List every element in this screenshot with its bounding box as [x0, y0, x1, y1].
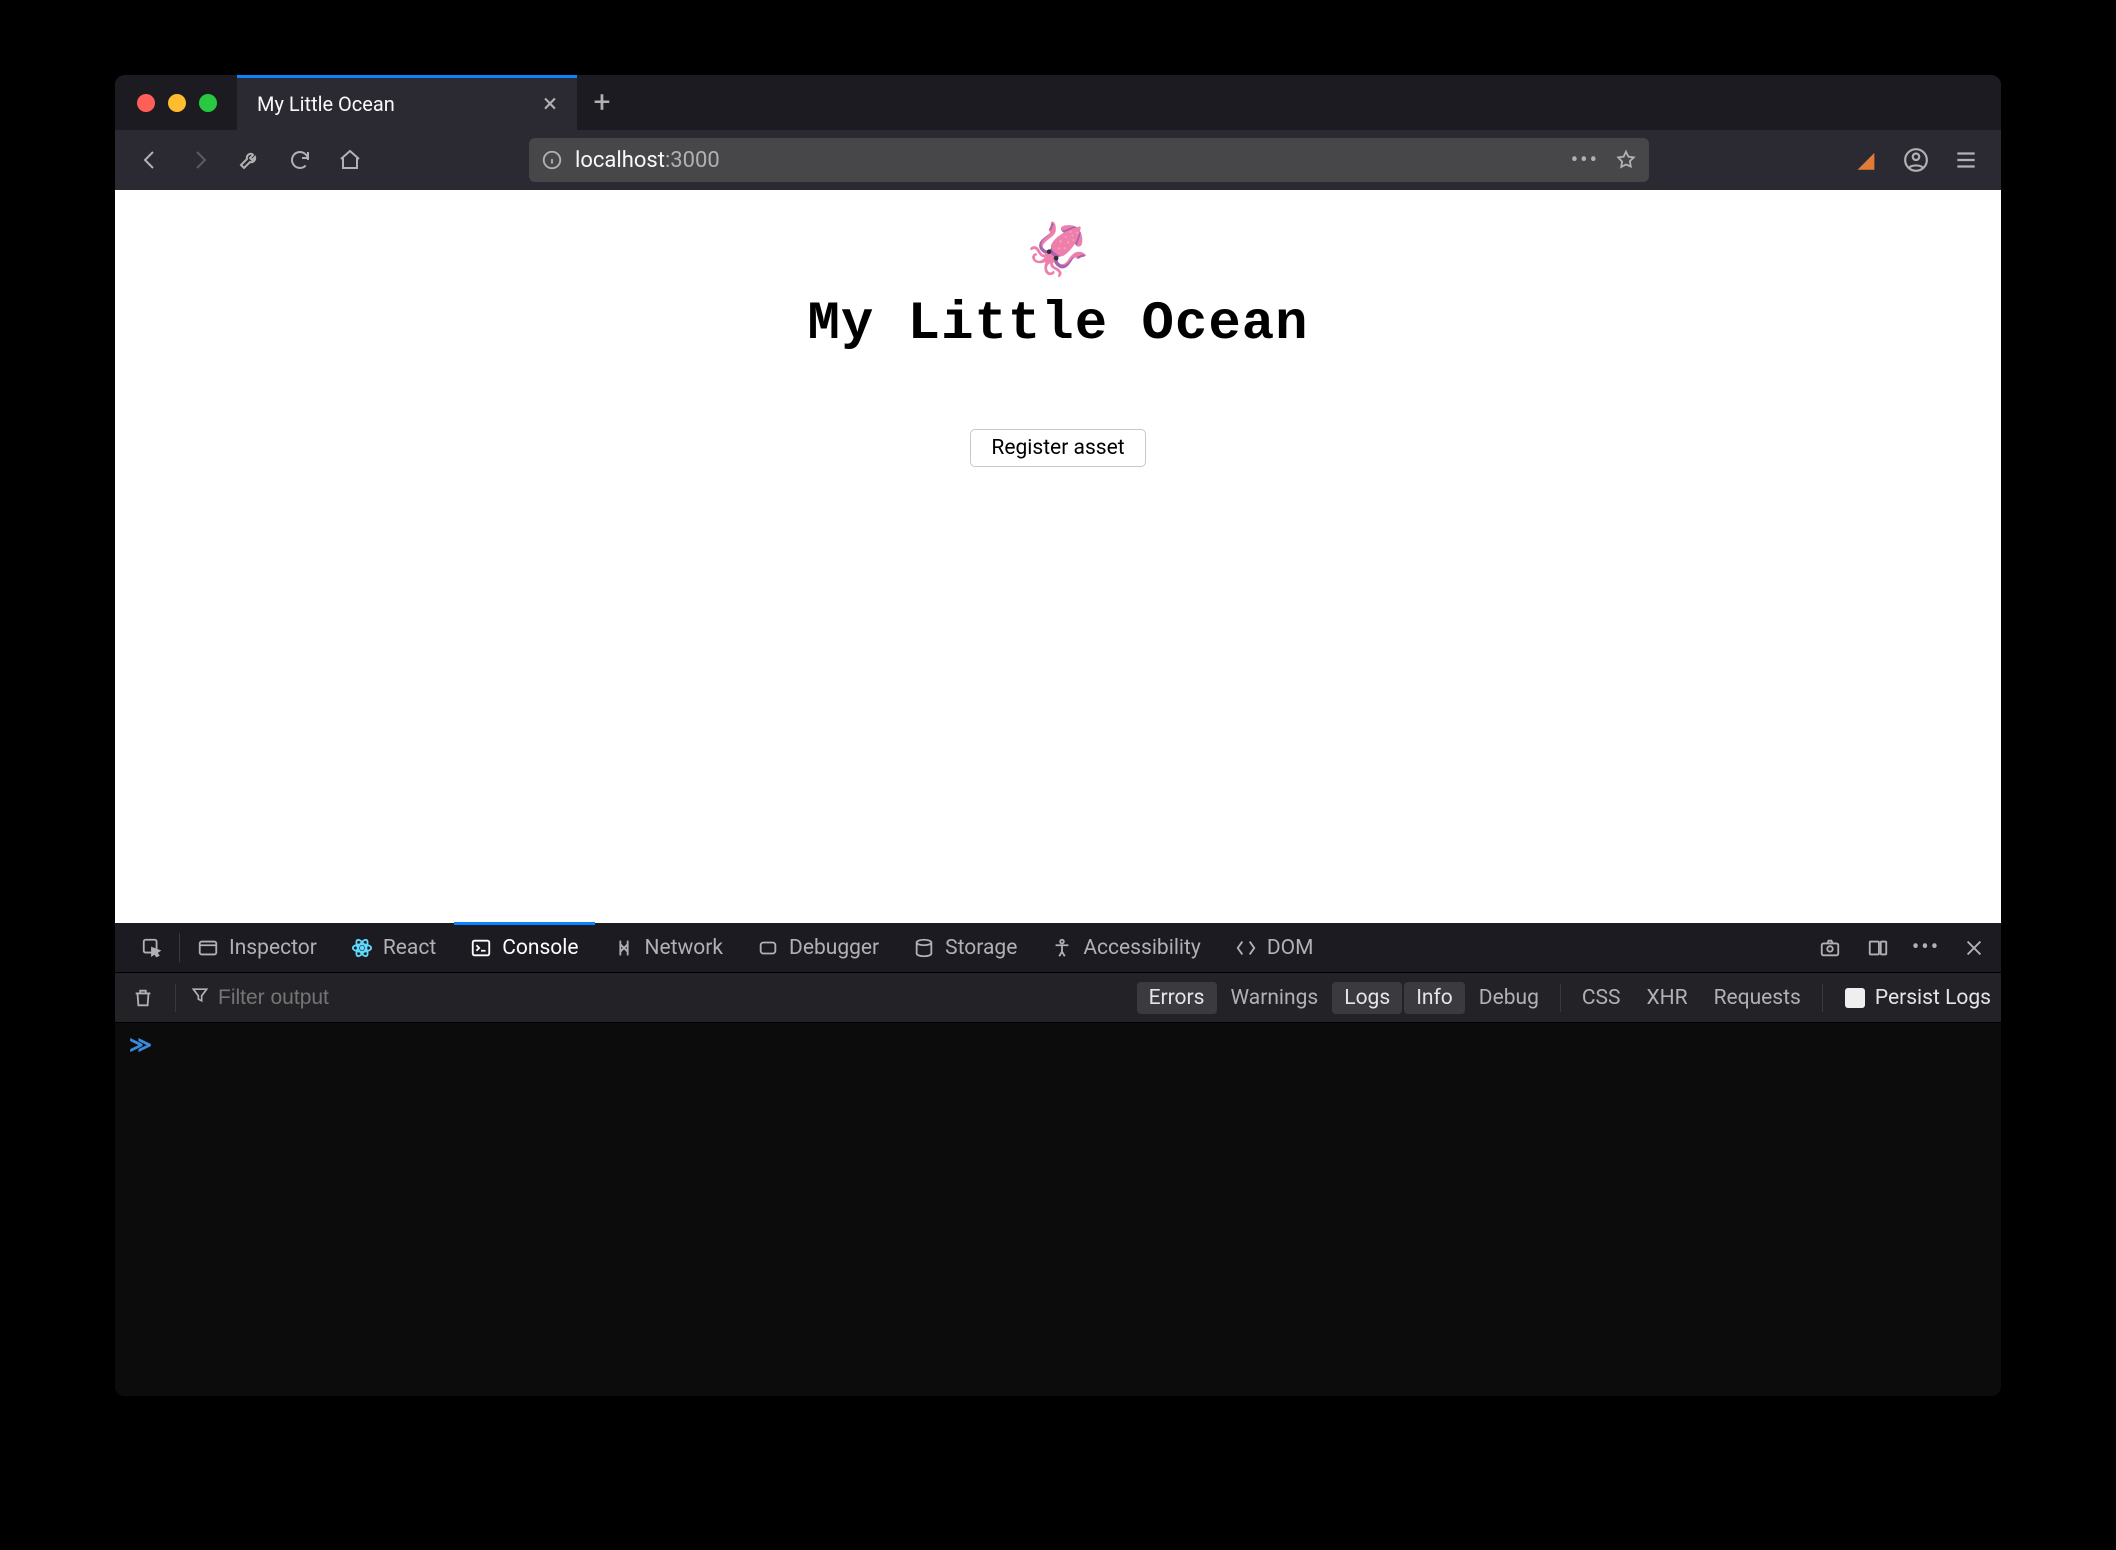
page-content: 🦑 My Little Ocean Register asset: [115, 190, 2001, 923]
profile-button[interactable]: [1895, 139, 1937, 181]
separator: [1560, 984, 1561, 1012]
devtools-tab-label: Inspector: [229, 936, 317, 960]
devtools-tabbar: Inspector React Console Network Debugger: [115, 923, 2001, 973]
browser-tab-active[interactable]: My Little Ocean ×: [237, 75, 577, 130]
checkbox-icon: [1845, 988, 1865, 1008]
filter-logs[interactable]: Logs: [1332, 982, 1402, 1014]
console-filter-input[interactable]: [216, 985, 476, 1011]
devtools-tab-accessibility[interactable]: Accessibility: [1035, 923, 1217, 972]
window-minimize-button[interactable]: [168, 94, 186, 112]
url-port: :3000: [665, 148, 720, 173]
bookmark-star-icon[interactable]: [1615, 149, 1637, 171]
tab-strip: My Little Ocean × +: [115, 75, 2001, 130]
devtools-tab-label: Console: [502, 936, 578, 960]
devtools-tab-network[interactable]: Network: [597, 923, 740, 972]
devtools-panel: Inspector React Console Network Debugger: [115, 923, 2001, 1396]
filter-requests[interactable]: Requests: [1702, 982, 1813, 1014]
url-bar[interactable]: localhost:3000 •••: [529, 138, 1649, 182]
persist-logs-label: Persist Logs: [1875, 986, 1991, 1010]
persist-logs-toggle[interactable]: Persist Logs: [1845, 986, 1991, 1010]
url-host: localhost: [575, 148, 665, 173]
devtools-tab-inspector[interactable]: Inspector: [181, 923, 333, 972]
new-tab-button[interactable]: +: [577, 75, 627, 130]
console-clear-button[interactable]: [125, 987, 161, 1009]
extension-icon[interactable]: ◢: [1845, 139, 1887, 181]
devtools-screenshot-button[interactable]: [1813, 931, 1847, 965]
filter-css[interactable]: CSS: [1570, 982, 1633, 1014]
console-output[interactable]: ≫: [115, 1023, 2001, 1396]
filter-debug[interactable]: Debug: [1467, 982, 1551, 1014]
home-button[interactable]: [329, 139, 371, 181]
filter-xhr[interactable]: XHR: [1634, 982, 1699, 1014]
reload-button[interactable]: [279, 139, 321, 181]
devtools-tab-react[interactable]: React: [335, 923, 452, 972]
forward-button[interactable]: [179, 139, 221, 181]
devtools-tab-label: Debugger: [789, 936, 879, 960]
devtools-tab-storage[interactable]: Storage: [897, 923, 1033, 972]
console-toolbar: Errors Warnings Logs Info Debug CSS XHR …: [115, 973, 2001, 1023]
filter-info[interactable]: Info: [1404, 982, 1465, 1014]
app-logo-emoji: 🦑: [1026, 224, 1091, 276]
filter-icon: [190, 985, 210, 1011]
back-button[interactable]: [129, 139, 171, 181]
filter-warnings[interactable]: Warnings: [1219, 982, 1331, 1014]
devtools-tab-label: React: [383, 936, 436, 960]
devtools-dock-button[interactable]: [1861, 931, 1895, 965]
devtools-tab-label: Storage: [945, 936, 1017, 960]
page-actions-icon[interactable]: •••: [1571, 148, 1599, 173]
console-prompt-icon: ≫: [129, 1033, 149, 1058]
devtools-tab-label: Network: [645, 936, 724, 960]
app-menu-button[interactable]: [1945, 139, 1987, 181]
devtools-tab-label: Accessibility: [1083, 936, 1201, 960]
toolbar-right: ◢: [1845, 139, 1987, 181]
register-asset-button[interactable]: Register asset: [970, 429, 1145, 467]
separator: [1822, 984, 1823, 1012]
devtools-more-button[interactable]: •••: [1909, 931, 1943, 965]
devtools-pick-element-button[interactable]: [125, 923, 179, 972]
devtools-tab-console[interactable]: Console: [454, 923, 594, 972]
console-level-filters: Errors Warnings Logs Info Debug: [1136, 982, 1552, 1014]
separator: [175, 984, 176, 1012]
window-close-button[interactable]: [137, 94, 155, 112]
devtools-close-button[interactable]: [1957, 931, 1991, 965]
browser-window: My Little Ocean × +: [115, 75, 2001, 1396]
devtools-tab-debugger[interactable]: Debugger: [741, 923, 895, 972]
page-title: My Little Ocean: [807, 294, 1308, 355]
devtools-tab-label: DOM: [1267, 936, 1314, 960]
window-maximize-button[interactable]: [199, 94, 217, 112]
dev-wrench-button[interactable]: [229, 139, 271, 181]
tab-close-icon[interactable]: ×: [537, 87, 563, 121]
window-controls: [115, 75, 237, 130]
site-info-icon[interactable]: [541, 149, 563, 171]
devtools-tab-dom[interactable]: DOM: [1219, 923, 1330, 972]
filter-errors[interactable]: Errors: [1137, 982, 1217, 1014]
tab-title: My Little Ocean: [257, 92, 537, 116]
browser-toolbar: localhost:3000 ••• ◢: [115, 130, 2001, 190]
console-category-filters: CSS XHR Requests: [1569, 982, 1814, 1014]
